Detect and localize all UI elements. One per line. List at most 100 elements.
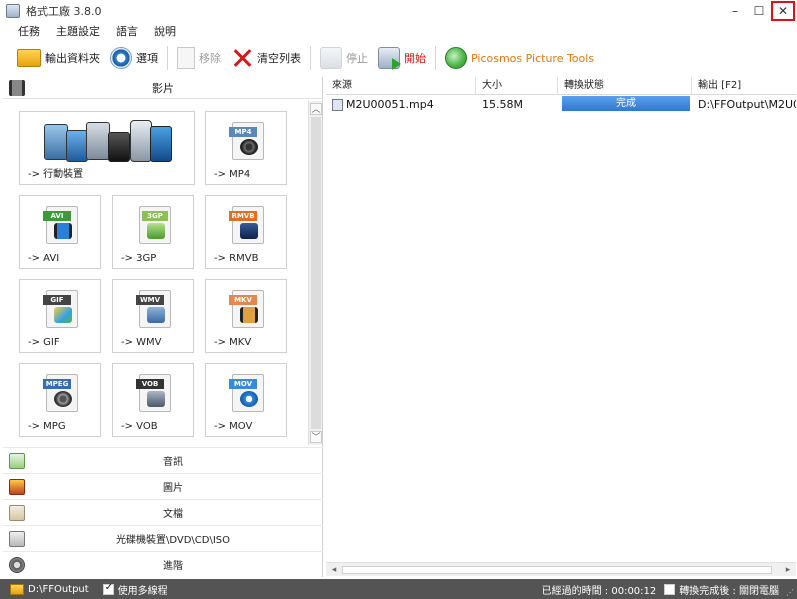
mp4-icon: MP4 bbox=[229, 122, 264, 160]
category-list: 音訊 圖片 文檔 光碟機裝置\DVD\CD\ISO 進階 bbox=[3, 447, 323, 577]
menu-language[interactable]: 語言 bbox=[116, 23, 138, 39]
folder-icon bbox=[17, 49, 41, 67]
column-status[interactable]: 轉換狀態 bbox=[558, 77, 692, 94]
tile-rmvb[interactable]: RMVB -> RMVB bbox=[205, 195, 287, 269]
mkv-icon: MKV bbox=[229, 290, 264, 328]
toolbar-separator bbox=[310, 46, 311, 70]
tile-label: -> MKV bbox=[214, 337, 252, 348]
scroll-right-arrow-icon[interactable]: ▸ bbox=[782, 564, 794, 576]
start-button[interactable]: 開始 bbox=[373, 43, 431, 73]
column-source[interactable]: 來源 bbox=[326, 77, 476, 94]
row-source: M2U00051.mp4 bbox=[346, 98, 434, 111]
options-label: 選項 bbox=[136, 52, 158, 65]
minimize-button[interactable]: – bbox=[723, 0, 747, 22]
close-button[interactable]: ✕ bbox=[771, 1, 795, 21]
title-bar: 格式工廠 3.8.0 – ☐ ✕ bbox=[0, 0, 797, 22]
options-button[interactable]: 選項 bbox=[105, 43, 163, 73]
row-size: 15.58M bbox=[482, 98, 523, 111]
maximize-button[interactable]: ☐ bbox=[747, 0, 771, 22]
task-list-horizontal-scrollbar[interactable]: ◂ ▸ bbox=[326, 562, 796, 576]
category-disc-drive[interactable]: 光碟機裝置\DVD\CD\ISO bbox=[3, 525, 323, 551]
scrollbar-thumb[interactable] bbox=[311, 117, 321, 429]
category-panel: 影片 -> 行動裝置 MP4 -> MP4 AVI -> AVI 3GP -> … bbox=[3, 77, 323, 577]
mpg-icon: MPEG bbox=[43, 374, 78, 412]
tile-mobile-device[interactable]: -> 行動裝置 bbox=[19, 111, 195, 185]
multithread-checkbox[interactable] bbox=[102, 582, 114, 595]
row-status-cell: 完成 bbox=[558, 96, 692, 114]
multithread-label: 使用多線程 bbox=[117, 585, 168, 597]
vob-icon: VOB bbox=[136, 374, 171, 412]
task-list: 來源 大小 轉換狀態 輸出 [F2] M2U00051.mp4 15.58M 完… bbox=[326, 77, 796, 577]
status-right-group: 已經過的時間 : 00:00:12 轉換完成後 : 關閉電腦 bbox=[542, 582, 779, 597]
resize-grip-icon[interactable]: ⋰ bbox=[786, 588, 794, 597]
rmvb-icon: RMVB bbox=[229, 206, 264, 244]
column-output[interactable]: 輸出 [F2] bbox=[692, 77, 796, 94]
tile-label: -> MP4 bbox=[214, 169, 251, 180]
mobile-devices-icon bbox=[44, 120, 174, 164]
tile-label: -> 3GP bbox=[121, 253, 157, 264]
tile-label: -> GIF bbox=[28, 337, 60, 348]
menu-help[interactable]: 說明 bbox=[154, 23, 176, 39]
tile-wmv[interactable]: WMV -> WMV bbox=[112, 279, 194, 353]
clear-x-icon bbox=[231, 47, 253, 69]
tile-mov[interactable]: MOV -> MOV bbox=[205, 363, 287, 437]
tile-vob[interactable]: VOB -> VOB bbox=[112, 363, 194, 437]
tile-mpg[interactable]: MPEG -> MPG bbox=[19, 363, 101, 437]
app-icon bbox=[6, 4, 20, 18]
toolbar-separator bbox=[435, 46, 436, 70]
options-gear-icon bbox=[110, 47, 132, 69]
tile-label: -> RMVB bbox=[214, 253, 259, 264]
tile-label: -> 行動裝置 bbox=[28, 169, 84, 180]
clear-list-button[interactable]: 清空列表 bbox=[226, 43, 306, 73]
scrollbar-thumb[interactable] bbox=[342, 566, 772, 574]
format-grid-scrollbar[interactable]: ︿ ﹀ bbox=[308, 101, 322, 445]
tile-label: -> MPG bbox=[28, 421, 66, 432]
after-done-checkbox[interactable] bbox=[664, 583, 676, 595]
tile-label: -> VOB bbox=[121, 421, 158, 432]
table-row[interactable]: M2U00051.mp4 15.58M 完成 D:\FFOutput\M2U00 bbox=[326, 96, 796, 114]
category-advanced[interactable]: 進階 bbox=[3, 551, 323, 577]
scroll-down-arrow-icon[interactable]: ﹀ bbox=[310, 431, 322, 443]
menu-tasks[interactable]: 任務 bbox=[18, 23, 40, 39]
category-document[interactable]: 文檔 bbox=[3, 499, 323, 525]
video-file-icon bbox=[332, 99, 343, 111]
tile-label: -> WMV bbox=[121, 337, 162, 348]
folder-icon[interactable] bbox=[10, 583, 24, 595]
tile-mkv[interactable]: MKV -> MKV bbox=[205, 279, 287, 353]
output-path[interactable]: D:\FFOutput bbox=[28, 584, 89, 595]
remove-button[interactable]: 移除 bbox=[172, 43, 226, 73]
scroll-left-arrow-icon[interactable]: ◂ bbox=[328, 564, 340, 576]
wmv-icon: WMV bbox=[136, 290, 171, 328]
stop-button[interactable]: 停止 bbox=[315, 43, 373, 73]
avi-icon: AVI bbox=[43, 206, 78, 244]
menu-bar: 任務 主題設定 語言 說明 bbox=[0, 22, 797, 40]
output-folder-button[interactable]: 輸出資料夾 bbox=[12, 43, 105, 73]
video-category-header[interactable]: 影片 bbox=[3, 77, 323, 99]
column-size[interactable]: 大小 bbox=[476, 77, 558, 94]
picosmos-button[interactable]: Picosmos Picture Tools bbox=[440, 43, 599, 73]
gif-icon: GIF bbox=[43, 290, 78, 328]
window-title: 格式工廠 3.8.0 bbox=[26, 5, 102, 18]
stop-label: 停止 bbox=[346, 52, 368, 65]
tile-mp4[interactable]: MP4 -> MP4 bbox=[205, 111, 287, 185]
picosmos-label: Picosmos Picture Tools bbox=[471, 51, 595, 65]
remove-label: 移除 bbox=[199, 52, 221, 65]
after-done-label: 轉換完成後 : 關閉電腦 bbox=[679, 585, 779, 597]
tile-avi[interactable]: AVI -> AVI bbox=[19, 195, 101, 269]
tile-3gp[interactable]: 3GP -> 3GP bbox=[112, 195, 194, 269]
menu-theme[interactable]: 主題設定 bbox=[56, 23, 100, 39]
video-category-title: 影片 bbox=[152, 81, 174, 95]
toolbar-separator bbox=[167, 46, 168, 70]
status-progress-bar: 完成 bbox=[562, 96, 690, 111]
category-picture[interactable]: 圖片 bbox=[3, 473, 323, 499]
elapsed-time: 已經過的時間 : 00:00:12 bbox=[541, 585, 657, 597]
tile-gif[interactable]: GIF -> GIF bbox=[19, 279, 101, 353]
remove-icon bbox=[177, 47, 195, 69]
category-audio[interactable]: 音訊 bbox=[3, 447, 323, 473]
window-controls: – ☐ ✕ bbox=[723, 0, 797, 22]
scroll-up-arrow-icon[interactable]: ︿ bbox=[310, 103, 322, 115]
toolbar: 輸出資料夾 選項 移除 清空列表 停止 開始 Picosmos Picture … bbox=[0, 41, 797, 75]
3gp-icon: 3GP bbox=[139, 206, 171, 244]
stop-icon bbox=[320, 47, 342, 69]
tile-label: -> AVI bbox=[28, 253, 60, 264]
